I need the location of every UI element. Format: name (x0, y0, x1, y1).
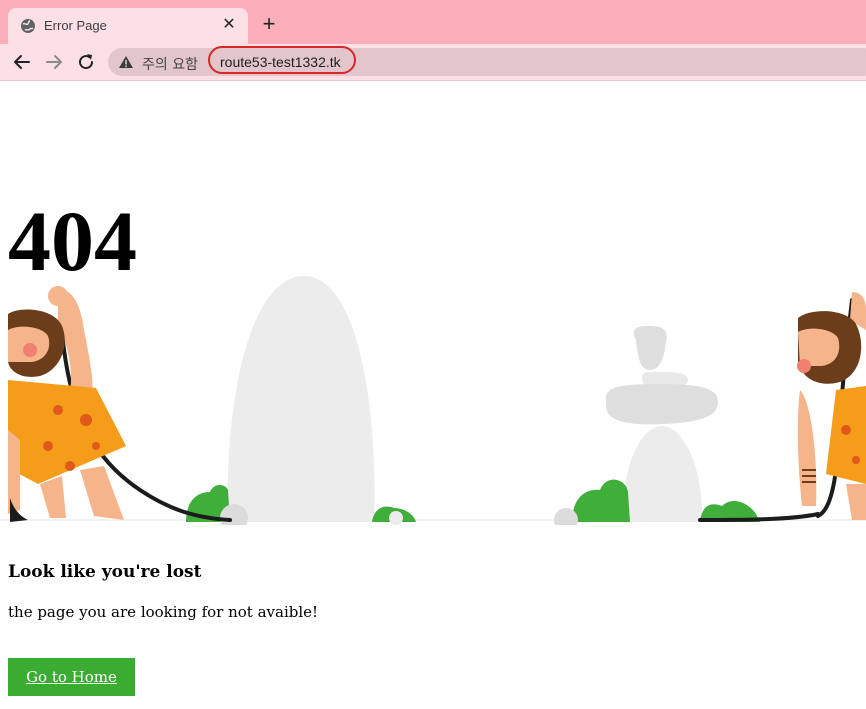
arrow-left-icon[interactable] (10, 50, 34, 74)
browser-toolbar: 주의 요함 route53-test1332.tk (0, 44, 866, 81)
globe-icon (21, 19, 35, 33)
tab-error-page[interactable]: Error Page ✕ (8, 8, 248, 44)
plus-icon[interactable]: + (258, 13, 280, 36)
close-icon[interactable]: ✕ (220, 16, 238, 34)
security-status-text[interactable]: 주의 요함 (142, 54, 198, 74)
tab-title: Error Page (44, 18, 107, 33)
caveman-illustration (0, 276, 866, 525)
lost-heading: Look like you're lost (8, 562, 202, 582)
lost-message: the page you are looking for not avaible… (8, 603, 319, 621)
caveman-left-figure (8, 286, 126, 522)
arrow-right-icon[interactable] (42, 50, 66, 74)
address-bar[interactable]: 주의 요함 route53-test1332.tk (108, 46, 866, 76)
url-text[interactable]: route53-test1332.tk (208, 46, 356, 74)
tab-strip: Error Page ✕ + (0, 0, 866, 44)
warning-icon[interactable] (118, 55, 134, 69)
reload-icon[interactable] (74, 50, 98, 74)
go-to-home-button[interactable]: Go to Home (8, 658, 135, 696)
